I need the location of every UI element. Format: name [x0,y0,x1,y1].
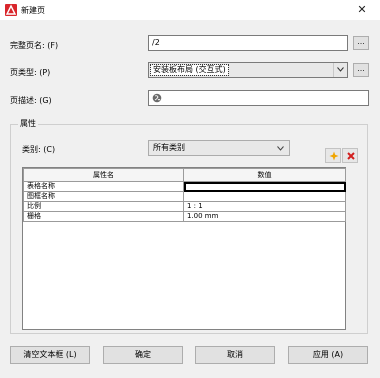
property-value-cell[interactable]: 1.00 mm [183,211,346,222]
full-name-input[interactable]: /2 [148,35,348,51]
cancel-button[interactable]: 取消 [195,346,275,364]
table-row[interactable]: 图框名称 [23,191,346,202]
page-type-value: 安装板布局 (交互式) [150,64,229,76]
ok-button[interactable]: 确定 [103,346,183,364]
table-header-row: 属性名 数值 [23,168,346,182]
star-add-icon [329,151,339,161]
property-value-cell[interactable]: 1 : 1 [183,201,346,212]
category-dropdown[interactable]: 所有类别 [148,140,290,156]
property-name-cell: 栅格 [23,211,184,222]
properties-table-container[interactable]: 属性名 数值 表格名称 图框名称 比例 1 : 1 栅格 1.00 mm [22,167,346,330]
delete-property-button[interactable] [342,148,358,163]
page-desc-input[interactable] [148,90,369,106]
window-title: 新建页 [21,6,45,15]
column-header-name[interactable]: 属性名 [23,168,184,182]
full-name-label: 完整页名: (F) [10,41,59,50]
table-row[interactable]: 栅格 1.00 mm [23,211,346,222]
property-value-cell[interactable] [183,181,346,192]
column-header-value[interactable]: 数值 [183,168,346,182]
property-value-cell[interactable] [183,191,346,202]
apply-button[interactable]: 应用 (A) [288,346,368,364]
close-icon[interactable]: ✕ [352,2,372,18]
property-name-cell: 比例 [23,201,184,212]
app-logo-icon [5,4,17,16]
table-row[interactable]: 比例 1 : 1 [23,201,346,212]
full-name-browse-button[interactable]: ... [353,36,369,50]
page-desc-label: 页描述: (G) [10,96,52,105]
properties-table: 属性名 数值 表格名称 图框名称 比例 1 : 1 栅格 1.00 mm [23,168,346,222]
globe-icon[interactable] [152,93,162,105]
title-bar: 新建页 ✕ [0,0,380,20]
chevron-down-icon[interactable] [333,63,347,77]
properties-group-title: 属性 [18,118,38,129]
clear-textboxes-button[interactable]: 清空文本框 (L) [10,346,90,364]
page-type-dropdown[interactable]: 安装板布局 (交互式) [148,62,348,78]
delete-x-icon [347,152,355,160]
add-property-button[interactable] [325,148,341,163]
table-row[interactable]: 表格名称 [23,181,346,192]
chevron-down-icon [277,146,284,151]
category-value: 所有类别 [153,143,185,152]
property-name-cell: 图框名称 [23,191,184,202]
page-type-label: 页类型: (P) [10,68,51,77]
page-type-browse-button[interactable]: ... [353,63,369,77]
category-label: 类别: (C) [22,145,56,154]
property-name-cell: 表格名称 [23,181,184,192]
